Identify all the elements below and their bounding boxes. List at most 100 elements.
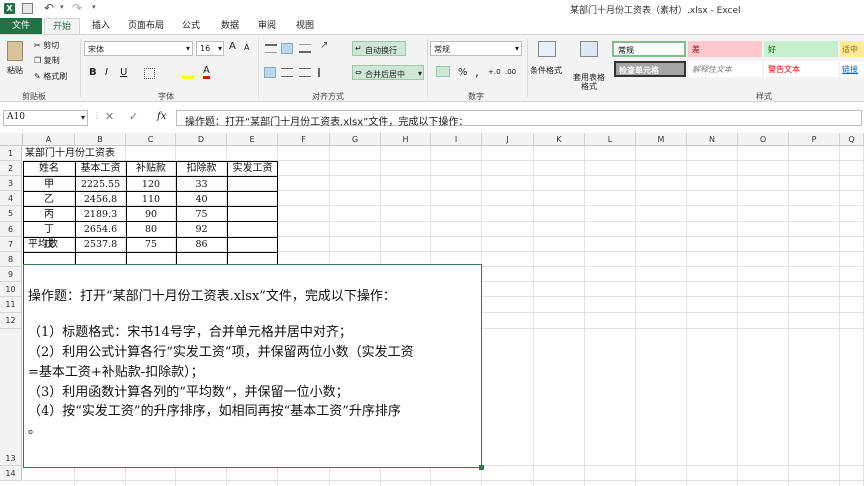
comma-button[interactable]: , xyxy=(475,65,479,79)
net-salary-cell[interactable] xyxy=(227,177,278,192)
paste-button[interactable]: 粘贴 xyxy=(7,65,23,76)
row-header[interactable]: 12 xyxy=(0,313,22,329)
tab-file[interactable]: 文件 xyxy=(0,18,42,34)
value-cell[interactable]: 120 xyxy=(126,177,176,192)
column-header[interactable]: J xyxy=(482,133,534,146)
column-header[interactable]: B xyxy=(75,133,126,146)
value-cell[interactable]: 2225.55 xyxy=(75,177,126,192)
style-hyperlink[interactable]: 链接 xyxy=(840,61,864,77)
header-deduction[interactable]: 扣除款 xyxy=(176,161,227,176)
value-cell[interactable]: 2456.8 xyxy=(75,192,126,207)
column-header[interactable]: I xyxy=(431,133,482,146)
tab-data[interactable]: 数据 xyxy=(214,18,246,34)
column-header[interactable]: G xyxy=(330,133,381,146)
value-cell[interactable]: 2654.6 xyxy=(75,222,126,237)
align-center-icon[interactable] xyxy=(281,68,293,77)
value-cell[interactable]: 2189.3 xyxy=(75,207,126,222)
merge-center-button[interactable]: 合并后居中 ⇔ ▾ xyxy=(352,65,424,80)
tab-view[interactable]: 视图 xyxy=(289,18,321,34)
tab-page-layout[interactable]: 页面布局 xyxy=(124,18,168,34)
value-cell[interactable]: 90 xyxy=(126,207,176,222)
number-format-select[interactable]: 常规 ▾ xyxy=(430,41,522,56)
formula-input[interactable]: 操作题：打开“某部门十月份工资表.xlsx”文件，完成以下操作： xyxy=(176,110,862,128)
indent-icon[interactable] xyxy=(318,68,330,77)
border-icon[interactable] xyxy=(144,68,155,79)
cut-button[interactable]: ✂ 剪切 xyxy=(34,40,59,51)
row-header[interactable]: 8 xyxy=(0,252,22,267)
column-header[interactable]: M xyxy=(636,133,687,146)
wrap-text-button[interactable]: 自动换行 ↵ xyxy=(352,41,406,56)
style-neutral[interactable]: 适中 xyxy=(840,41,864,57)
header-base-salary[interactable]: 基本工资 xyxy=(75,161,126,176)
paste-icon[interactable] xyxy=(7,41,23,61)
column-header[interactable]: D xyxy=(176,133,227,146)
column-header[interactable]: F xyxy=(278,133,330,146)
value-cell[interactable]: 80 xyxy=(126,222,176,237)
value-cell[interactable]: 33 xyxy=(176,177,227,192)
align-right-icon[interactable] xyxy=(299,68,311,77)
value-cell[interactable]: 40 xyxy=(176,192,227,207)
tab-formulas[interactable]: 公式 xyxy=(175,18,207,34)
shrink-font-button[interactable]: A xyxy=(244,43,249,52)
orientation-icon[interactable]: ↗ xyxy=(320,40,328,51)
insert-function-icon[interactable]: fx xyxy=(157,111,166,122)
header-name[interactable]: 姓名 xyxy=(23,161,75,176)
net-salary-cell[interactable] xyxy=(227,222,278,237)
resize-handle[interactable] xyxy=(479,465,484,470)
save-icon[interactable] xyxy=(22,3,33,14)
bold-button[interactable]: B xyxy=(89,67,97,78)
font-color-icon[interactable]: A xyxy=(203,66,210,79)
column-header[interactable]: O xyxy=(738,133,789,146)
column-header[interactable]: A xyxy=(23,133,75,146)
fill-color-icon[interactable] xyxy=(182,67,194,79)
sheet-title-cell[interactable]: 某部门十月份工资表 xyxy=(25,146,115,161)
align-middle-icon[interactable] xyxy=(281,43,293,54)
conditional-format-button[interactable]: 条件格式 xyxy=(530,65,562,76)
style-explanatory[interactable]: 解释性文本 xyxy=(688,61,762,77)
column-header[interactable]: E xyxy=(227,133,278,146)
underline-button[interactable]: U xyxy=(120,67,127,78)
style-good[interactable]: 好 xyxy=(764,41,838,57)
name-box[interactable]: A10 ▾ xyxy=(3,110,88,126)
name-cell[interactable]: 丁 xyxy=(23,222,75,237)
font-name-select[interactable]: 宋体 ▾ xyxy=(84,41,193,56)
row-header[interactable]: 5 xyxy=(0,206,22,222)
align-left-icon[interactable] xyxy=(264,67,276,78)
increase-decimal-icon[interactable]: +.0 xyxy=(488,68,501,76)
worksheet-grid[interactable]: ABCDEFGHIJKLMNOPQ 1 2 3 4 5 6 7 8 9 10 11 12 13 14 某部… xyxy=(0,133,864,486)
currency-icon[interactable] xyxy=(436,66,450,77)
column-header[interactable]: H xyxy=(381,133,431,146)
font-size-select[interactable]: 16 ▾ xyxy=(196,41,224,56)
header-net-salary[interactable]: 实发工资 xyxy=(227,161,278,176)
row-header[interactable]: 3 xyxy=(0,176,22,191)
undo-icon[interactable]: ↶ xyxy=(44,1,54,15)
value-cell[interactable]: 110 xyxy=(126,192,176,207)
row-header[interactable]: 13 xyxy=(0,329,22,466)
average-label[interactable]: 平均数 xyxy=(28,237,58,252)
name-cell[interactable]: 甲 xyxy=(23,177,75,192)
net-salary-cell[interactable] xyxy=(227,237,278,252)
column-header[interactable]: L xyxy=(585,133,636,146)
row-header[interactable]: 11 xyxy=(0,297,22,313)
value-cell[interactable]: 92 xyxy=(176,222,227,237)
instruction-textbox[interactable]: 操作题：打开“某部门十月份工资表.xlsx”文件，完成以下操作： （1）标题格式… xyxy=(23,264,484,470)
row-header[interactable]: 14 xyxy=(0,466,22,481)
tab-home[interactable]: 开始 xyxy=(44,18,80,34)
format-painter-button[interactable]: ✎ 格式刷 xyxy=(34,71,67,82)
italic-button[interactable]: I xyxy=(105,67,108,78)
row-header[interactable]: 6 xyxy=(0,222,22,237)
align-top-icon[interactable] xyxy=(265,44,277,53)
net-salary-cell[interactable] xyxy=(227,192,278,207)
column-header[interactable]: N xyxy=(687,133,738,146)
row-header[interactable]: 10 xyxy=(0,282,22,297)
tab-insert[interactable]: 插入 xyxy=(84,18,118,34)
value-cell[interactable]: 75 xyxy=(126,237,176,252)
value-cell[interactable]: 2537.8 xyxy=(75,237,126,252)
undo-dropdown-icon[interactable]: ▾ xyxy=(60,3,64,11)
row-header[interactable]: 1 xyxy=(0,146,22,161)
style-bad[interactable]: 差 xyxy=(688,41,762,57)
style-check-cell[interactable]: 检查单元格 xyxy=(614,61,686,77)
copy-button[interactable]: ❐ 复制 xyxy=(34,55,60,66)
enter-icon[interactable]: ✓ xyxy=(129,110,138,123)
qat-customize-icon[interactable]: ▾ xyxy=(92,3,96,11)
